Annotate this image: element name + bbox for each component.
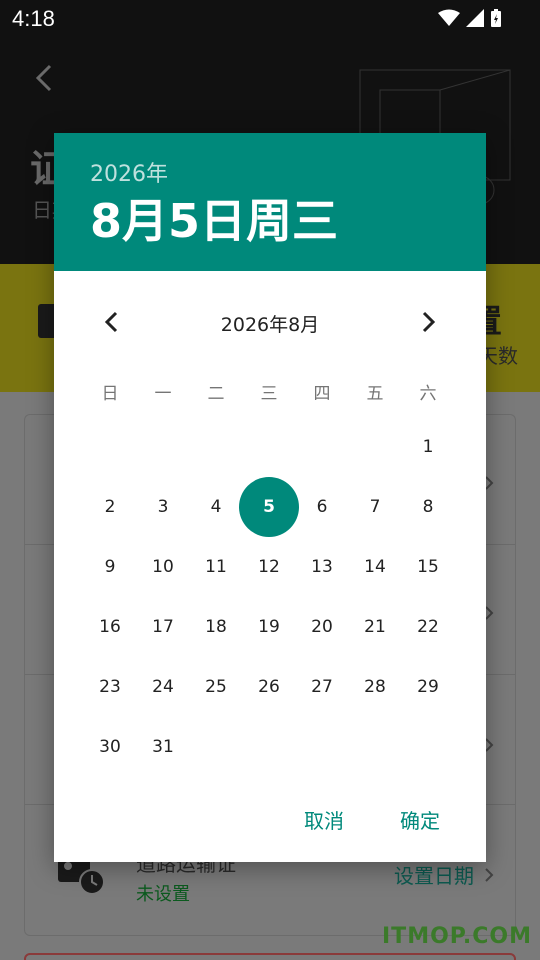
cancel-button[interactable]: 取消 (304, 805, 344, 834)
day-cell[interactable]: 13 (296, 541, 348, 593)
weekday-label: 三 (260, 384, 278, 404)
day-cell[interactable]: 19 (243, 601, 295, 653)
day-cell[interactable]: 26 (243, 661, 295, 713)
chevron-right-icon[interactable] (416, 308, 440, 336)
day-cell[interactable]: 31 (137, 721, 189, 773)
day-cell[interactable]: 30 (84, 721, 136, 773)
day-cell[interactable]: 6 (296, 481, 348, 533)
signal-icon (466, 9, 484, 27)
day-cell[interactable]: 14 (349, 541, 401, 593)
day-cell[interactable]: 15 (402, 541, 454, 593)
day-cell[interactable]: 1 (402, 421, 454, 473)
day-cell-selected[interactable]: 5 (239, 477, 299, 537)
header-selected-date[interactable]: 8月5日周三 (90, 185, 338, 251)
weekday-label: 六 (419, 384, 437, 404)
day-cell[interactable]: 12 (243, 541, 295, 593)
weekday-label: 四 (313, 384, 331, 404)
weekday-label: 五 (366, 384, 384, 404)
day-cell[interactable]: 24 (137, 661, 189, 713)
day-cell[interactable]: 9 (84, 541, 136, 593)
day-cell[interactable]: 28 (349, 661, 401, 713)
day-cell[interactable]: 2 (84, 481, 136, 533)
header-year[interactable]: 2026年 (90, 156, 168, 188)
day-cell[interactable]: 29 (402, 661, 454, 713)
day-cell[interactable]: 25 (190, 661, 242, 713)
set-date-link[interactable]: 设置日期 (394, 860, 474, 889)
dialog-header: 2026年 8月5日周三 (54, 133, 486, 271)
day-cell[interactable]: 10 (137, 541, 189, 593)
day-cell[interactable]: 7 (349, 481, 401, 533)
day-cell[interactable]: 8 (402, 481, 454, 533)
day-cell[interactable]: 22 (402, 601, 454, 653)
day-cell[interactable]: 18 (190, 601, 242, 653)
row-status: 未设置 (136, 884, 190, 905)
weekday-label: 一 (154, 384, 172, 404)
day-cell[interactable]: 17 (137, 601, 189, 653)
day-cell[interactable]: 21 (349, 601, 401, 653)
status-icons (438, 8, 502, 28)
back-arrow-icon[interactable] (30, 62, 60, 94)
day-cell[interactable]: 27 (296, 661, 348, 713)
battery-icon (491, 9, 501, 27)
status-time: 4:18 (12, 6, 55, 31)
day-cell[interactable]: 16 (84, 601, 136, 653)
day-cell[interactable]: 3 (137, 481, 189, 533)
chevron-right-icon[interactable] (484, 868, 494, 882)
wifi-icon (438, 9, 460, 26)
day-cell[interactable]: 11 (190, 541, 242, 593)
weekday-label: 日 (101, 384, 119, 404)
bottom-button-edge (24, 953, 516, 960)
day-cell[interactable]: 20 (296, 601, 348, 653)
date-picker-dialog: 2026年 8月5日周三 2026年8月 日一二三四五六 1 2 3 4 5 6 7 8 9 10… (54, 133, 486, 862)
weekday-label: 二 (207, 384, 225, 404)
day-cell[interactable]: 23 (84, 661, 136, 713)
ok-button[interactable]: 确定 (400, 805, 440, 834)
watermark: ITMOP.COM (382, 924, 532, 949)
day-cell[interactable]: 4 (190, 481, 242, 533)
